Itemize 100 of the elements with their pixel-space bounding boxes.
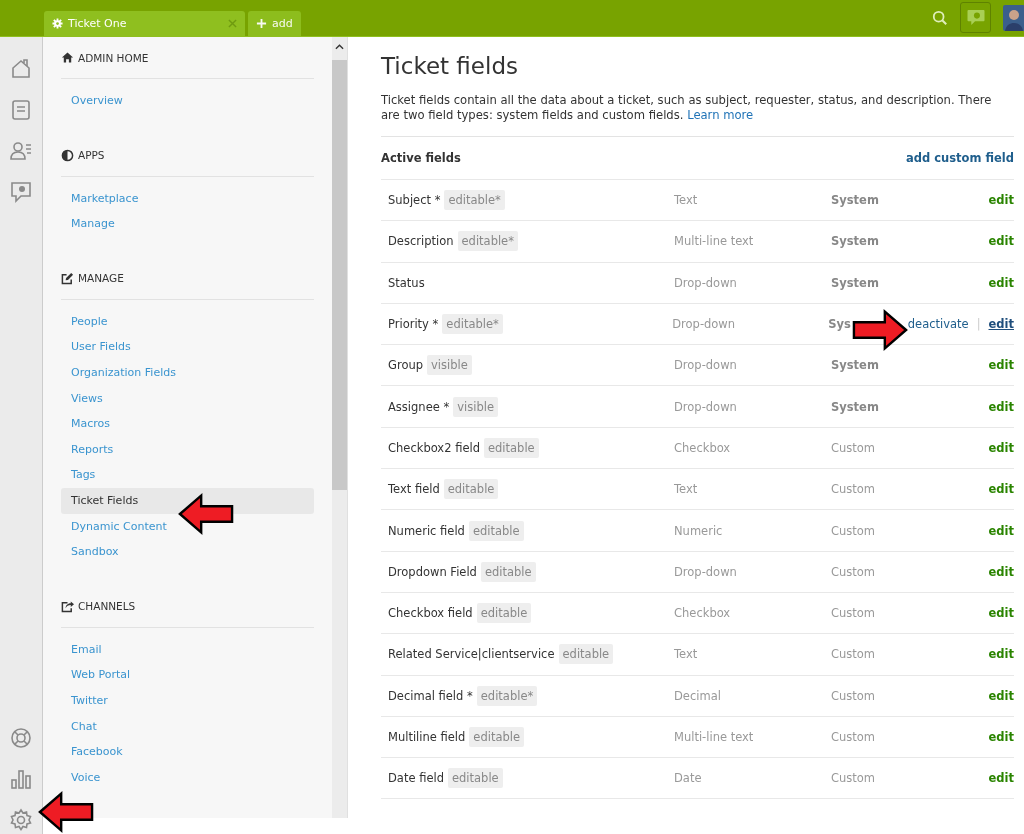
share-icon: [61, 599, 74, 613]
sidebar-item[interactable]: Reports: [61, 440, 124, 459]
learn-more-link[interactable]: Learn more: [687, 108, 754, 122]
field-name: Subject *: [388, 193, 441, 208]
deactivate-link[interactable]: deactivate: [907, 317, 969, 332]
chat-icon: [965, 9, 986, 26]
edit-link[interactable]: edit: [988, 647, 1014, 662]
gear-icon: [52, 18, 63, 29]
edit-link[interactable]: edit: [988, 482, 1014, 497]
edit-link[interactable]: edit: [988, 771, 1014, 786]
field-category: Custom: [831, 688, 877, 703]
edit-link[interactable]: edit: [988, 730, 1014, 744]
page-title: Ticket fields: [381, 53, 519, 79]
sidebar-item[interactable]: Facebook: [61, 743, 133, 761]
tab[interactable]: Ticket One: [44, 11, 245, 36]
sidebar-item[interactable]: Tags: [61, 466, 106, 484]
field-name: Description: [388, 234, 454, 249]
field-category: System: [831, 399, 880, 414]
field-name: Checkbox2 field: [388, 440, 480, 455]
field-category: Custom: [831, 482, 877, 497]
sidebar-item[interactable]: Organization Fields: [61, 363, 186, 382]
field-type: Multi-line text: [674, 234, 755, 249]
field-name: Priority *: [388, 317, 439, 332]
field-tag: editable: [483, 437, 539, 458]
sidebar-item[interactable]: Web Portal: [61, 666, 141, 684]
users-icon[interactable]: [9, 139, 33, 163]
chat-icon[interactable]: [9, 180, 33, 204]
field-type: Date: [674, 771, 703, 786]
pointer-arrow: [178, 493, 234, 535]
field-name: Text field: [388, 482, 440, 497]
field-category: System: [831, 358, 880, 373]
edit-link[interactable]: edit: [988, 399, 1014, 414]
pointer-arrow: [852, 309, 908, 351]
field-tag: visible: [427, 355, 472, 376]
field-tag: editable: [468, 520, 524, 541]
avatar[interactable]: [1003, 4, 1024, 31]
edit-link[interactable]: edit: [988, 688, 1014, 703]
edit-link[interactable]: edit: [988, 317, 1014, 332]
field-type: Drop-down: [672, 317, 737, 332]
edit-link[interactable]: edit: [988, 523, 1014, 538]
field-category: Custom: [831, 564, 877, 579]
field-category: System: [831, 275, 880, 290]
scroll-thumb[interactable]: [332, 60, 347, 490]
field-category: Sys: [828, 317, 852, 332]
edit-link[interactable]: edit: [988, 358, 1014, 373]
sidebar-item[interactable]: User Fields: [61, 338, 141, 356]
edit-link[interactable]: edit: [988, 564, 1014, 579]
section-heading: ADMIN HOME: [78, 51, 149, 64]
field-tag: editable: [469, 727, 525, 747]
field-name: Status: [388, 275, 425, 290]
sidebar-item[interactable]: Ticket Fields: [61, 491, 149, 510]
sidebar-item[interactable]: Overview: [61, 92, 133, 110]
add-custom-field-link[interactable]: add custom field: [906, 151, 1014, 165]
edit-link[interactable]: edit: [988, 275, 1014, 290]
field-tag: visible: [453, 396, 498, 417]
field-name: Related Service|clientservice: [388, 647, 555, 662]
field-type: Drop-down: [674, 358, 738, 373]
sidebar-item[interactable]: Dynamic Content: [61, 517, 177, 536]
close-icon[interactable]: [228, 19, 237, 28]
sidebar-item[interactable]: Manage: [61, 215, 125, 233]
field-type: Checkbox: [674, 440, 732, 455]
search-icon[interactable]: [932, 9, 948, 26]
sidebar-item[interactable]: Twitter: [61, 691, 118, 710]
field-type: Text: [674, 482, 699, 497]
edit-link[interactable]: edit: [988, 606, 1014, 621]
field-category: Custom: [831, 523, 877, 538]
sidebar-item[interactable]: Views: [61, 389, 113, 408]
sidebar-item[interactable]: Chat: [61, 717, 107, 736]
plus-icon: [256, 18, 267, 29]
edit-link[interactable]: edit: [988, 440, 1014, 455]
field-type: Decimal: [674, 688, 722, 703]
sidebar-item[interactable]: Marketplace: [61, 189, 149, 208]
half-circle-icon: [61, 148, 74, 162]
edit-link[interactable]: edit: [988, 234, 1014, 249]
tab[interactable]: add: [248, 11, 301, 36]
field-name: Multiline field: [388, 730, 466, 744]
edit-icon: [61, 271, 74, 285]
chat-button[interactable]: [960, 2, 991, 33]
home-icon: [61, 51, 74, 64]
field-type: Numeric: [674, 523, 724, 538]
scrollbar[interactable]: [332, 37, 347, 818]
field-name: Date field: [388, 771, 444, 786]
scroll-up-icon[interactable]: [335, 44, 344, 50]
edit-link[interactable]: edit: [988, 193, 1014, 208]
sidebar-item[interactable]: Sandbox: [61, 543, 129, 561]
sidebar-item[interactable]: Email: [61, 640, 112, 659]
sidebar-item[interactable]: Macros: [61, 415, 121, 433]
lifebuoy-icon[interactable]: [9, 726, 33, 750]
bar-chart-icon[interactable]: [9, 767, 33, 791]
settings-icon[interactable]: [9, 808, 33, 832]
field-name: Assignee *: [388, 399, 450, 414]
ticket-icon[interactable]: [9, 98, 33, 122]
section-heading: APPS: [78, 149, 105, 162]
sidebar-item[interactable]: People: [61, 312, 118, 331]
field-tag: editable: [558, 644, 614, 665]
field-tag: editable*: [444, 190, 505, 211]
home-icon[interactable]: [9, 57, 33, 81]
field-category: System: [831, 234, 880, 249]
field-tag: editable*: [442, 314, 503, 335]
sidebar-item[interactable]: Voice: [61, 768, 111, 787]
